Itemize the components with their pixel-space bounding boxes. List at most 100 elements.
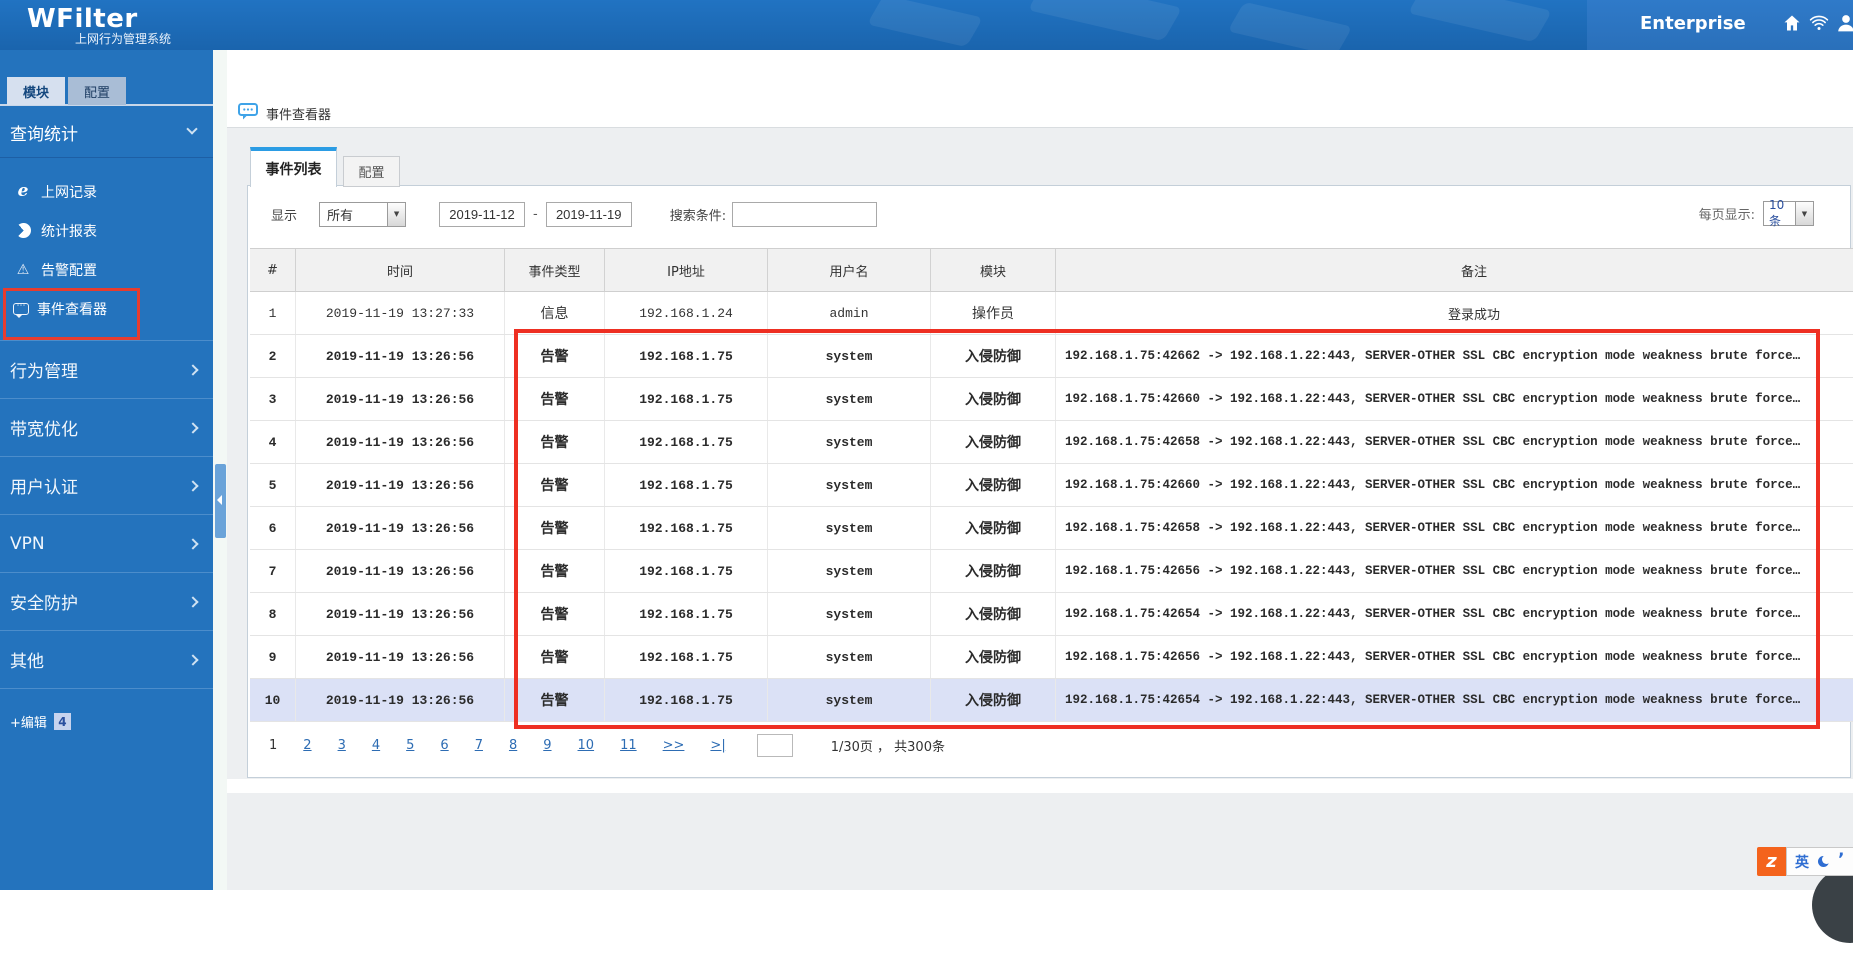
per-page-label: 每页显示:: [1698, 208, 1755, 223]
content-tab[interactable]: 事件列表: [250, 147, 337, 187]
sidebar-section[interactable]: 用户认证: [0, 457, 213, 515]
dropdown-arrow-icon[interactable]: [387, 202, 406, 226]
table-row[interactable]: 10 2019-11-19 13:26:56 告警 192.168.1.75 s…: [250, 679, 1853, 722]
sidebar-menu-item[interactable]: 告警配置: [0, 250, 213, 289]
edition-label: Enterprise: [1640, 13, 1746, 34]
table-row[interactable]: 7 2019-11-19 13:26:56 告警 192.168.1.75 sy…: [250, 550, 1853, 593]
page-link[interactable]: 8: [509, 738, 517, 753]
cell-event-type: 告警: [505, 464, 605, 506]
column-header-index: #: [250, 249, 296, 291]
cell-event-type: 告警: [505, 507, 605, 549]
chevron-right-icon: [187, 595, 199, 608]
cell-remark: 登录成功: [1447, 307, 1500, 323]
table-row[interactable]: 4 2019-11-19 13:26:56 告警 192.168.1.75 sy…: [250, 421, 1853, 464]
search-input[interactable]: [732, 201, 878, 227]
sidebar-sections: 行为管理 带宽优化 用户认证 VPN 安全防护 其他: [0, 340, 213, 689]
cell-time: 2019-11-19 13:26:56: [296, 636, 505, 678]
sidebar-section[interactable]: 带宽优化: [0, 399, 213, 457]
punctuation-icon[interactable]: ’: [1838, 851, 1844, 869]
column-header-ip: IP地址: [605, 249, 768, 291]
sidebar-edit-button[interactable]: +编辑 4: [10, 712, 71, 731]
cell-time: 2019-11-19 13:26:56: [296, 593, 505, 635]
next-pages-link[interactable]: >>: [663, 738, 685, 753]
edition-segment: Enterprise: [1587, 0, 1853, 50]
page-tabs: 事件列表 配置: [250, 147, 400, 187]
event-list-panel: 显示 所有 - 搜索条件: 每页显示: 10条: [247, 185, 1853, 778]
date-to-input[interactable]: [545, 201, 632, 227]
cell-time: 2019-11-19 13:26:56: [296, 550, 505, 592]
page-link[interactable]: 6: [440, 738, 448, 753]
moon-icon[interactable]: [1818, 855, 1831, 867]
user-icon[interactable]: [1836, 13, 1853, 33]
cell-module: 入侵防御: [931, 378, 1056, 420]
sidebar-section[interactable]: 行为管理: [0, 341, 213, 399]
page-links: 2 3 4 5 6 7 8 9 10 11: [277, 738, 636, 753]
date-from-input[interactable]: [439, 201, 526, 227]
table-row[interactable]: 1 2019-11-19 13:27:33 信息 192.168.1.24 ad…: [250, 292, 1853, 335]
main-content: 事件查看器 事件列表配置 显示 所有 - 搜索条件: 每页显示: 10条: [227, 50, 1853, 890]
table-row[interactable]: 9 2019-11-19 13:26:56 告警 192.168.1.75 sy…: [250, 636, 1853, 679]
page-link[interactable]: 2: [303, 738, 311, 753]
cell-ip: 192.168.1.75: [605, 464, 768, 506]
table-row[interactable]: 8 2019-11-19 13:26:56 告警 192.168.1.75 sy…: [250, 593, 1853, 636]
cell-event-type: 告警: [505, 550, 605, 592]
current-page: 1: [269, 738, 278, 753]
sidebar-menu-item[interactable]: 事件查看器: [0, 289, 213, 328]
show-select[interactable]: 所有: [319, 201, 407, 227]
header-icons: [1782, 13, 1853, 33]
cell-time: 2019-11-19 13:26:56: [296, 421, 505, 463]
cell-ip: 192.168.1.75: [605, 507, 768, 549]
sidebar-collapse-handle[interactable]: [215, 464, 226, 538]
cell-username: system: [768, 593, 931, 635]
table-row[interactable]: 2 2019-11-19 13:26:56 告警 192.168.1.75 sy…: [250, 335, 1853, 378]
last-page-link[interactable]: >|: [710, 738, 725, 753]
cell-remark: 192.168.1.75:42660 -> 192.168.1.22:443, …: [1065, 392, 1801, 406]
cell-index: 10: [250, 679, 296, 721]
cell-remark: 192.168.1.75:42662 -> 192.168.1.22:443, …: [1065, 349, 1801, 363]
wifi-icon[interactable]: [1809, 13, 1829, 33]
page-jump-input[interactable]: [756, 734, 793, 757]
keyboard-texture: [866, 0, 984, 48]
table-row[interactable]: 6 2019-11-19 13:26:56 告警 192.168.1.75 sy…: [250, 507, 1853, 550]
cell-remark: 192.168.1.75:42656 -> 192.168.1.22:443, …: [1065, 564, 1801, 578]
sidebar-tab-inactive[interactable]: 配置: [68, 77, 126, 105]
chevron-right-icon: [187, 653, 199, 666]
cell-event-type: 告警: [505, 636, 605, 678]
sidebar-menu-item[interactable]: 上网记录: [0, 172, 213, 211]
sidebar-tab-active[interactable]: 模块: [7, 77, 65, 105]
content-tab[interactable]: 配置: [343, 156, 400, 187]
column-header-event-type: 事件类型: [505, 249, 605, 291]
chevron-down-icon: [186, 123, 198, 135]
sidebar-section[interactable]: 安全防护: [0, 573, 213, 631]
page-link[interactable]: 7: [475, 738, 483, 753]
cell-module: 入侵防御: [931, 636, 1056, 678]
page-link[interactable]: 10: [578, 738, 595, 753]
ime-language-toggle[interactable]: 英: [1795, 852, 1809, 872]
cell-username: admin: [768, 292, 931, 334]
column-header-time: 时间: [296, 249, 505, 291]
home-icon[interactable]: [1782, 13, 1802, 33]
page-link[interactable]: 4: [372, 738, 380, 753]
page-link[interactable]: 9: [543, 738, 551, 753]
search-label: 搜索条件:: [669, 208, 727, 224]
page-link[interactable]: 11: [620, 738, 637, 753]
cell-username: system: [768, 335, 931, 377]
sidebar-section[interactable]: VPN: [0, 515, 213, 573]
page-link[interactable]: 5: [406, 738, 414, 753]
sidebar-menu-item[interactable]: 统计报表: [0, 211, 213, 250]
dropdown-arrow-icon[interactable]: [1795, 202, 1813, 225]
wfilter-event-viewer-screen: { "header": { "logo": "WFilter", "subtit…: [0, 0, 1853, 943]
table-row[interactable]: 3 2019-11-19 13:26:56 告警 192.168.1.75 sy…: [250, 378, 1853, 421]
sidebar-group-query-stats[interactable]: 查询统计: [0, 106, 213, 158]
cell-ip: 192.168.1.75: [605, 378, 768, 420]
cell-module: 入侵防御: [931, 464, 1056, 506]
cell-module: 入侵防御: [931, 593, 1056, 635]
event-table: # 时间 事件类型 IP地址 用户名 模块 备注 1 2019-11-19 13…: [250, 248, 1853, 722]
sogou-logo-icon[interactable]: z: [1757, 847, 1786, 876]
pagination: 1 2 3 4 5 6 7 8 9 10 11 >> >| 1/30页 ， 共300条: [269, 734, 945, 757]
sidebar-section[interactable]: 其他: [0, 631, 213, 689]
per-page-select[interactable]: 10条: [1763, 198, 1814, 228]
cell-username: system: [768, 378, 931, 420]
table-row[interactable]: 5 2019-11-19 13:26:56 告警 192.168.1.75 sy…: [250, 464, 1853, 507]
page-link[interactable]: 3: [338, 738, 346, 753]
